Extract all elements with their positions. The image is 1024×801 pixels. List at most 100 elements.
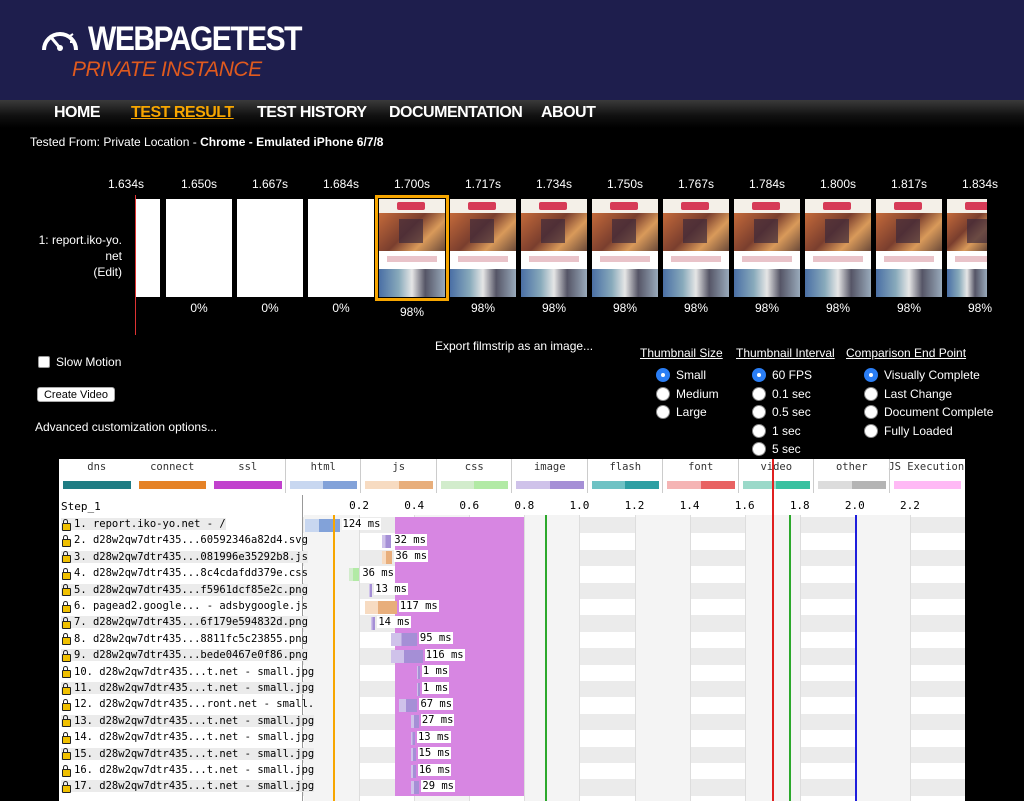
radio-button[interactable] bbox=[752, 405, 766, 420]
radio-option[interactable]: Fully Loaded bbox=[846, 422, 993, 441]
request-label[interactable]: 15. d28w2qw7dtr435...t.net - small.jpg bbox=[61, 747, 315, 761]
request-bar[interactable] bbox=[416, 666, 420, 680]
request-bar[interactable] bbox=[416, 682, 420, 696]
radio-button[interactable] bbox=[752, 368, 766, 383]
request-bar[interactable] bbox=[411, 780, 420, 794]
request-bar[interactable] bbox=[390, 633, 417, 647]
request-label[interactable]: 1. report.iko-yo.net - / bbox=[61, 518, 226, 531]
radio-label: Last Change bbox=[884, 386, 953, 401]
radio-option[interactable]: 0.5 sec bbox=[736, 403, 835, 422]
request-label[interactable]: 14. d28w2qw7dtr435...t.net - small.jpg bbox=[61, 731, 314, 744]
filmstrip-frame[interactable] bbox=[947, 199, 987, 297]
filmstrip-edit-link[interactable]: (Edit) bbox=[30, 264, 122, 280]
filmstrip-frame[interactable] bbox=[592, 199, 658, 297]
request-duration: 13 ms bbox=[374, 583, 408, 596]
radio-option[interactable]: Document Complete bbox=[846, 403, 993, 422]
request-label[interactable]: 9. d28w2qw7dtr435...bede0467e0f86.png bbox=[61, 649, 308, 662]
radio-option[interactable]: 1 sec bbox=[736, 422, 835, 441]
request-bar[interactable] bbox=[349, 567, 360, 581]
legend-divider bbox=[813, 459, 814, 493]
thumbnail-part bbox=[470, 219, 494, 243]
radio-option[interactable]: 0.1 sec bbox=[736, 385, 835, 404]
webpagetest-logo[interactable]: WEBPAGETEST PRIVATE INSTANCE bbox=[38, 20, 302, 90]
filmstrip-frame[interactable] bbox=[805, 199, 871, 297]
filmstrip-frame[interactable] bbox=[237, 199, 303, 297]
page-thumbnail bbox=[876, 199, 942, 297]
request-label[interactable]: 17. d28w2qw7dtr435...t.net - small.jpg bbox=[61, 780, 315, 793]
thumbnail-part bbox=[805, 269, 871, 297]
lock-icon bbox=[61, 698, 71, 711]
radio-button[interactable] bbox=[864, 386, 878, 401]
filmstrip-frame[interactable] bbox=[876, 199, 942, 297]
request-bar[interactable] bbox=[411, 748, 416, 762]
nav-test-result[interactable]: TEST RESULT bbox=[131, 104, 234, 122]
radio-option[interactable]: Visually Complete bbox=[846, 366, 993, 385]
slow-motion-option[interactable]: Slow Motion bbox=[38, 355, 121, 369]
radio-button[interactable] bbox=[864, 405, 878, 420]
request-bar[interactable] bbox=[399, 698, 418, 712]
gridline bbox=[524, 515, 526, 801]
request-label[interactable]: 5. d28w2qw7dtr435...f5961dcf85e2c.png bbox=[61, 583, 308, 597]
request-label[interactable]: 4. d28w2qw7dtr435...8c4cdafdd379e.css bbox=[61, 567, 308, 580]
radio-option[interactable]: Medium bbox=[640, 385, 723, 404]
request-label[interactable]: 8. d28w2qw7dtr435...8811fc5c23855.png bbox=[61, 633, 308, 646]
request-label[interactable]: 13. d28w2qw7dtr435...t.net - small.jpg bbox=[61, 714, 315, 728]
request-bar[interactable] bbox=[382, 551, 393, 565]
gridline bbox=[744, 515, 746, 801]
request-bar[interactable] bbox=[371, 616, 376, 630]
filmstrip-frame[interactable] bbox=[136, 199, 160, 297]
request-label[interactable]: 10. d28w2qw7dtr435...t.net - small.jpg bbox=[61, 666, 314, 679]
request-bar[interactable] bbox=[364, 600, 397, 614]
filmstrip-frame[interactable] bbox=[375, 195, 449, 301]
request-bar[interactable] bbox=[411, 715, 419, 729]
request-label[interactable]: 6. pagead2.google... - adsbygoogle.js bbox=[61, 600, 308, 613]
radio-button[interactable] bbox=[656, 386, 670, 401]
advanced-options-link[interactable]: Advanced customization options... bbox=[35, 420, 217, 434]
filmstrip-frame[interactable] bbox=[734, 199, 800, 297]
thumbnail-part bbox=[529, 256, 579, 262]
create-video-button[interactable]: Create Video bbox=[37, 387, 115, 402]
filmstrip-frame[interactable] bbox=[663, 199, 729, 297]
radio-button[interactable] bbox=[656, 405, 670, 420]
filmstrip-frame[interactable] bbox=[450, 199, 516, 297]
frame-time: 1.784s bbox=[748, 177, 786, 191]
radio-button[interactable] bbox=[864, 423, 878, 438]
request-bar[interactable] bbox=[390, 649, 423, 663]
request-label[interactable]: 12. d28w2qw7dtr435...ront.net - small. bbox=[61, 698, 314, 711]
request-label[interactable]: 16. d28w2qw7dtr435...t.net - small.jpg bbox=[61, 764, 314, 777]
axis-tick-label: 0.4 bbox=[404, 499, 425, 512]
slow-motion-checkbox[interactable] bbox=[38, 356, 50, 368]
filmstrip-frame[interactable] bbox=[308, 199, 374, 297]
radio-option[interactable]: 60 FPS bbox=[736, 366, 835, 385]
radio-option[interactable]: Large bbox=[640, 403, 723, 422]
radio-button[interactable] bbox=[656, 368, 670, 383]
filmstrip-frame[interactable] bbox=[521, 199, 587, 297]
export-filmstrip-link[interactable]: Export filmstrip as an image... bbox=[435, 339, 593, 353]
radio-option[interactable]: 5 sec bbox=[736, 440, 835, 459]
radio-option[interactable]: Small bbox=[640, 366, 723, 385]
radio-button[interactable] bbox=[752, 423, 766, 438]
legend-label: font bbox=[688, 461, 714, 473]
request-label[interactable]: 7. d28w2qw7dtr435...6f179e594832d.png bbox=[61, 616, 308, 629]
radio-option[interactable]: Last Change bbox=[846, 385, 993, 404]
thumbnail-part bbox=[896, 219, 920, 243]
nav-home[interactable]: HOME bbox=[54, 104, 101, 122]
request-bar[interactable] bbox=[411, 731, 415, 745]
request-bar[interactable] bbox=[382, 534, 392, 548]
legend-divider bbox=[888, 459, 890, 493]
radio-button[interactable] bbox=[752, 386, 766, 401]
radio-button[interactable] bbox=[752, 442, 766, 457]
frame-visual-progress: 98% bbox=[541, 301, 567, 315]
radio-button[interactable] bbox=[864, 368, 878, 383]
request-label[interactable]: 2. d28w2qw7dtr435...60592346a82d4.svg bbox=[61, 534, 308, 547]
filmstrip-frame[interactable] bbox=[166, 199, 232, 297]
thumbnail-part bbox=[752, 202, 780, 210]
request-bar[interactable] bbox=[368, 584, 373, 598]
nav-documentation[interactable]: DOCUMENTATION bbox=[389, 104, 523, 122]
legend-swatch bbox=[742, 481, 777, 489]
nav-about[interactable]: ABOUT bbox=[541, 104, 596, 122]
request-label[interactable]: 11. d28w2qw7dtr435...t.net - small.jpg bbox=[61, 682, 315, 695]
nav-test-history[interactable]: TEST HISTORY bbox=[257, 104, 367, 122]
request-label[interactable]: 3. d28w2qw7dtr435...081996e35292b8.js bbox=[61, 550, 308, 564]
request-bar[interactable] bbox=[411, 764, 416, 778]
